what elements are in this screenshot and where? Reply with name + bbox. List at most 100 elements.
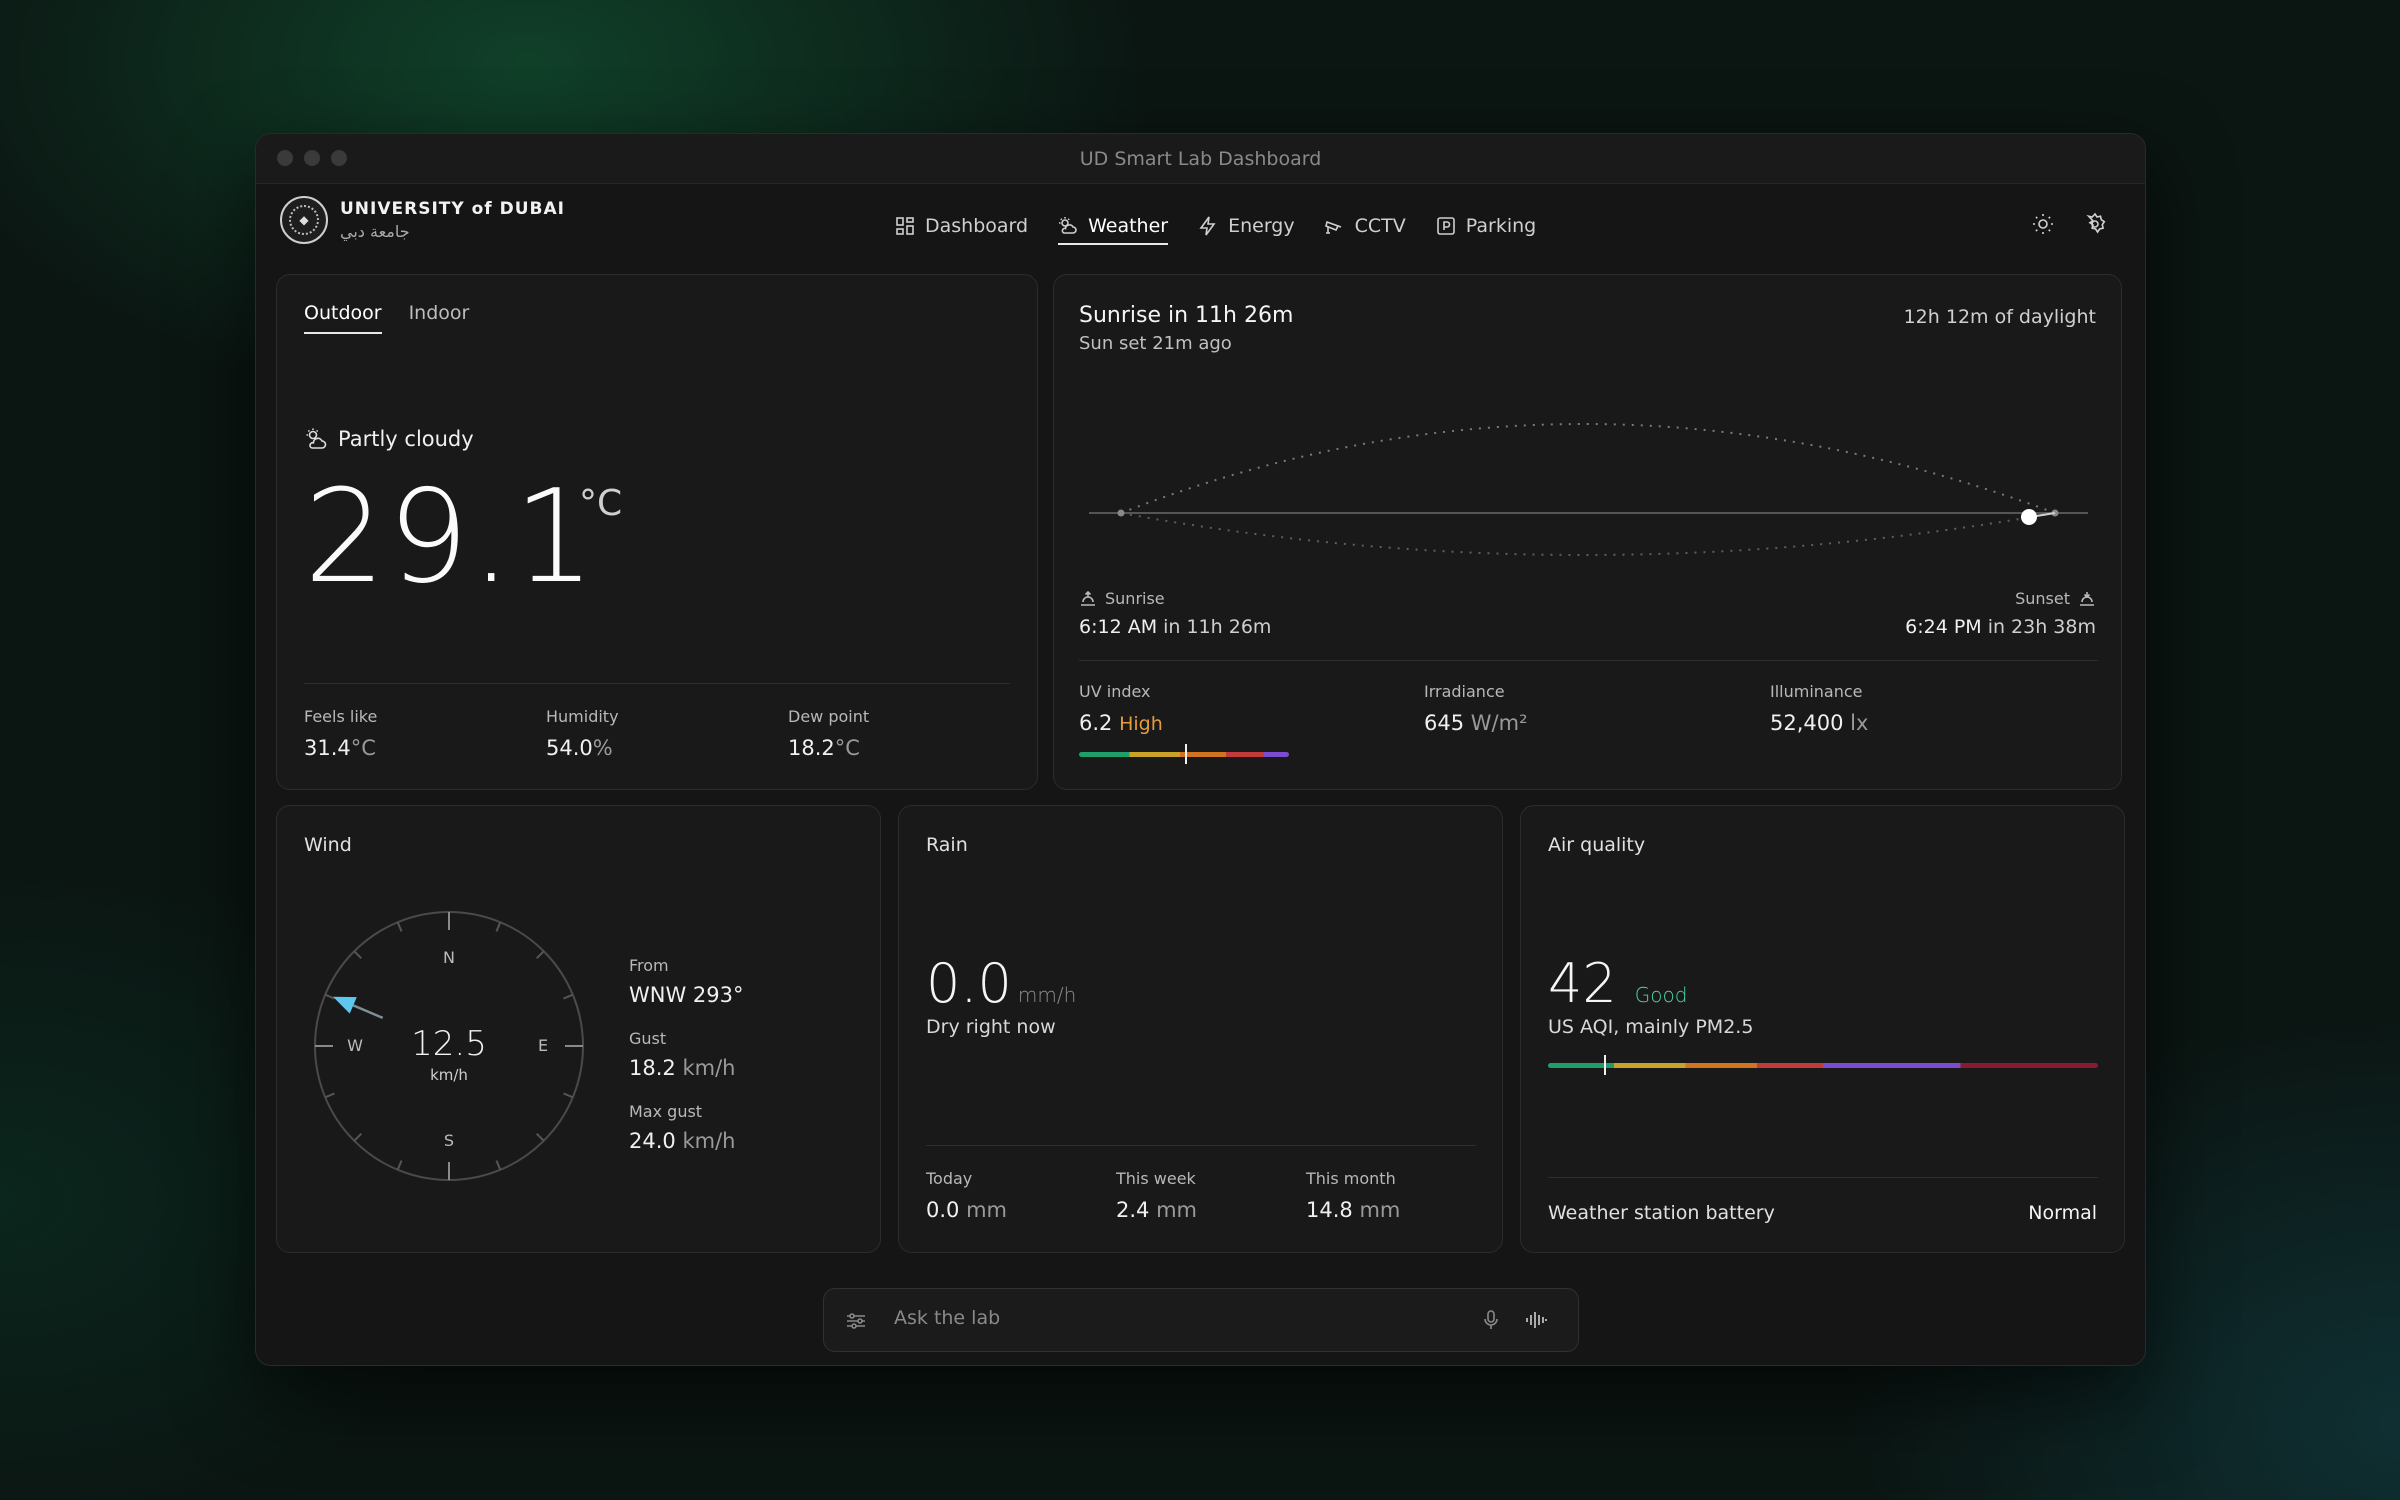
compass-tick [353, 1132, 363, 1142]
uv-scale-bar [1079, 752, 1289, 757]
aqi-value: 42 [1548, 952, 1617, 1015]
humidity-unit: % [592, 736, 613, 760]
nav-weather[interactable]: Weather [1043, 184, 1183, 268]
wind-compass: N E S W 12.5 km/h [314, 911, 584, 1181]
feels-like-stat: Feels like 31.4°C [304, 707, 377, 760]
brand-name-en: UNIVERSITY of DUBAI [340, 199, 565, 219]
rain-today-value: 0.0 [926, 1198, 960, 1222]
uv-scale-marker [1185, 744, 1187, 764]
sun-subtitle: Sun set 21m ago [1079, 333, 1232, 354]
nav-cctv[interactable]: CCTV [1310, 184, 1421, 268]
nav-cctv-label: CCTV [1354, 215, 1406, 237]
sunset-info: Sunset 6:24 PM in 23h 38m [1905, 589, 2096, 638]
parking-icon [1436, 217, 1455, 235]
rain-month-stat: This month 14.8 mm [1306, 1169, 1400, 1222]
compass-tick [495, 921, 502, 932]
rain-card: Rain 0.0 mm/h Dry right now Today 0.0 mm … [898, 805, 1503, 1253]
divider [304, 683, 1010, 684]
voice-waveform-icon[interactable] [1524, 1309, 1548, 1331]
appbar-actions [2031, 212, 2107, 236]
rain-week-unit: mm [1156, 1198, 1198, 1222]
rain-rate: 0.0 mm/h [926, 952, 1076, 1015]
compass-north-label: N [443, 948, 455, 967]
max-gust-unit: km/h [682, 1129, 736, 1153]
gust-value: 18.2 [629, 1056, 676, 1080]
compass-tick [324, 1092, 335, 1099]
divider [1079, 660, 2098, 661]
compass-tick [563, 993, 574, 1000]
sun-title: Sunrise in 11h 26m [1079, 303, 1294, 328]
settings-gear-icon[interactable] [2083, 212, 2107, 236]
compass-west-label: W [347, 1036, 363, 1055]
aqi-subtitle: US AQI, mainly PM2.5 [1548, 1016, 1754, 1038]
rain-month-unit: mm [1359, 1198, 1401, 1222]
wind-arrow-tail [352, 1004, 384, 1020]
compass-tick [535, 950, 545, 960]
filter-sliders-icon[interactable] [845, 1310, 867, 1332]
maximize-window-button[interactable] [331, 150, 347, 166]
wind-from-label: From [629, 956, 669, 975]
sunrise-label: Sunrise [1105, 589, 1165, 608]
daylight-duration: 12h 12m of daylight [1903, 306, 2096, 328]
uv-index-stat: UV index 6.2 High [1079, 682, 1163, 735]
nav-energy-label: Energy [1228, 215, 1295, 237]
illuminance-label: Illuminance [1770, 682, 1863, 701]
nav-parking-label: Parking [1465, 215, 1537, 237]
compass-tick [563, 1092, 574, 1099]
wind-card: Wind N E S W 12.5 km/h From WNW 293° Gus… [276, 805, 881, 1253]
irradiance-label: Irradiance [1424, 682, 1505, 701]
dew-point-unit: °C [834, 736, 860, 760]
compass-tick [535, 1132, 545, 1142]
nav-energy[interactable]: Energy [1183, 184, 1310, 268]
max-gust-label: Max gust [629, 1102, 703, 1121]
theme-toggle-icon[interactable] [2031, 212, 2055, 236]
aqi-scale-marker [1604, 1055, 1606, 1075]
ask-input[interactable] [894, 1307, 1454, 1329]
app-header: ◆ UNIVERSITY of DUBAI جامعة دبي Dashboar… [256, 184, 2145, 268]
sunrise-relative: in 11h 26m [1163, 616, 1272, 638]
rain-rate-unit: mm/h [1017, 983, 1077, 1007]
feels-like-label: Feels like [304, 707, 378, 726]
wind-stats: From WNW 293° Gust 18.2 km/h Max gust 24… [629, 956, 744, 1175]
window-title: UD Smart Lab Dashboard [1079, 147, 1322, 170]
weather-icon [1059, 217, 1077, 234]
ask-bar [823, 1288, 1579, 1352]
compass-tick [396, 921, 403, 932]
rain-week-label: This week [1116, 1169, 1196, 1188]
temperature-unit: °C [579, 483, 623, 524]
gust-unit: km/h [682, 1056, 736, 1080]
minimize-window-button[interactable] [304, 150, 320, 166]
sun-card: Sunrise in 11h 26m Sun set 21m ago 12h 1… [1053, 274, 2122, 790]
rain-week-stat: This week 2.4 mm [1116, 1169, 1197, 1222]
rain-status: Dry right now [926, 1016, 1056, 1038]
rain-title: Rain [926, 834, 968, 856]
title-bar: UD Smart Lab Dashboard [256, 134, 2145, 184]
tab-indoor[interactable]: Indoor [409, 302, 470, 334]
tab-outdoor[interactable]: Outdoor [304, 302, 382, 334]
brand[interactable]: ◆ UNIVERSITY of DUBAI جامعة دبي [280, 196, 565, 244]
wind-speed-value: 12.5 [411, 1024, 487, 1064]
compass-east-label: E [538, 1036, 548, 1055]
illuminance-stat: Illuminance 52,400 lx [1770, 682, 1868, 735]
rain-rate-value: 0.0 [926, 952, 1012, 1015]
close-window-button[interactable] [277, 150, 293, 166]
compass-tick [396, 1160, 403, 1171]
nav-weather-label: Weather [1088, 215, 1169, 237]
current-temperature: 29.1 [304, 463, 597, 612]
uv-index-label: UV index [1079, 682, 1151, 701]
nav-parking[interactable]: Parking [1421, 184, 1551, 268]
compass-tick [495, 1160, 502, 1171]
gust-label: Gust [629, 1029, 667, 1048]
microphone-icon[interactable] [1480, 1309, 1502, 1331]
app-window: UD Smart Lab Dashboard ◆ UNIVERSITY of D… [255, 133, 2146, 1366]
weather-condition: Partly cloudy [304, 427, 474, 451]
wind-speed-unit: km/h [430, 1066, 468, 1084]
nav-dashboard[interactable]: Dashboard [880, 184, 1043, 268]
humidity-stat: Humidity 54.0% [546, 707, 619, 760]
illuminance-value: 52,400 [1770, 711, 1844, 735]
compass-tick [324, 993, 335, 1000]
aqi-scale-bar [1548, 1063, 2098, 1068]
feels-like-value: 31.4 [304, 736, 351, 760]
aqi-level-badge: Good [1634, 983, 1688, 1007]
sunrise-time: 6:12 AM [1079, 616, 1158, 638]
